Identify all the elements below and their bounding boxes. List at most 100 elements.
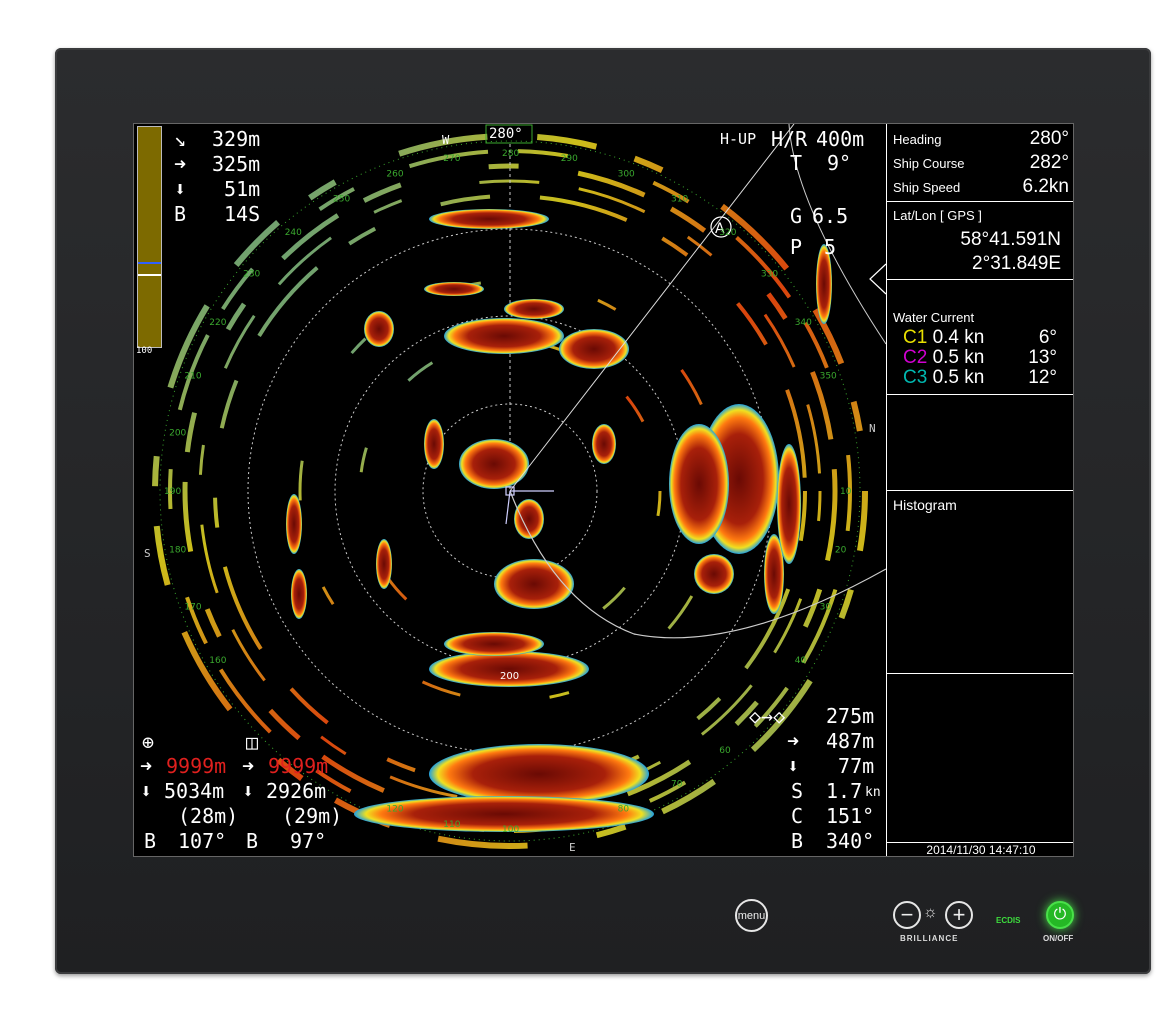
bearing-tick-190: 190	[164, 487, 181, 497]
target-link-icon: ◇→◇	[749, 704, 786, 728]
tilt-label: T	[790, 151, 803, 175]
orientation-mode[interactable]: H-UP	[720, 127, 756, 151]
m2-depth-paren: (29m)	[282, 804, 343, 828]
position-section: Lat/Lon [ GPS ] 58°41.591N 2°31.849E	[887, 202, 1073, 280]
m1-depth: 5034m	[164, 779, 225, 803]
bearing-tick-110: 110	[443, 820, 460, 830]
bearing-tick-120: 120	[386, 805, 403, 815]
current-row-c1: C1 0.4 kn 6°	[903, 328, 1057, 348]
gain-value[interactable]: 6.5	[812, 204, 848, 228]
bearing-tick-270: 270	[443, 154, 460, 164]
bearing-tick-180: 180	[169, 546, 186, 556]
br-speed-value: 1.7	[826, 779, 863, 803]
marker1-icon: ⊕	[142, 730, 155, 754]
m1-depth-paren: (28m)	[178, 804, 239, 828]
br-value-2: 487m	[826, 729, 875, 753]
ecdis-indicator: ECDIS	[996, 916, 1021, 925]
heading-indicator: 280°	[489, 126, 523, 142]
brilliance-minus-button[interactable]: −	[893, 901, 921, 929]
cardinal-n: N	[869, 422, 876, 435]
m1-bearing: 107°	[178, 829, 227, 853]
power-icon: ⏻	[1053, 906, 1067, 923]
bearing-tick-350: 350	[820, 371, 837, 381]
bearing-tick-100: 100	[502, 825, 519, 835]
bearing-tick-160: 160	[209, 656, 226, 666]
current-row-c2: C2 0.5 kn 13°	[903, 348, 1057, 368]
tl-range-1: 329m	[212, 127, 261, 151]
histogram-section: Histogram	[887, 491, 1073, 674]
info-panel: Heading 280° Ship Course 282° Ship Speed 6.…	[886, 124, 1073, 857]
compass-w: W	[442, 133, 450, 147]
bearing-tick-240: 240	[285, 228, 302, 238]
br-value-3: 77m	[826, 754, 875, 778]
histogram-label: Histogram	[893, 497, 957, 513]
br-arrow-right-icon: ➜	[787, 729, 800, 753]
bearing-tick-200: 200	[169, 428, 186, 438]
current-speed: 0.4 kn	[927, 327, 985, 348]
bearing-tick-30: 30	[820, 603, 832, 613]
panel-edge-indicator	[869, 263, 887, 295]
pulse-value[interactable]: 5	[824, 235, 836, 259]
arrow-right-icon: ➜	[174, 152, 187, 176]
br-value-1: 275m	[826, 704, 875, 728]
m1-range: 9999m	[166, 754, 227, 778]
bearing-tick-330: 330	[761, 270, 778, 280]
br-speed-label: S	[791, 779, 804, 803]
marker2-icon: ◫	[246, 730, 259, 754]
current-section: Water Current C1 0.4 kn 6° C2 0.5 kn 13° C3 …	[887, 280, 1073, 395]
bearing-tick-20: 20	[835, 546, 847, 556]
gain-label: G	[790, 204, 803, 228]
m1-arrow-down-icon: ⬇	[140, 779, 153, 803]
power-button[interactable]: ⏻	[1046, 901, 1074, 929]
menu-button[interactable]: menu	[735, 899, 768, 932]
bearing-tick-280: 280	[502, 149, 519, 159]
arrow-down-icon: ⬇	[174, 177, 187, 201]
range-value[interactable]: 400m	[816, 127, 864, 151]
menu-label: menu	[737, 909, 766, 922]
current-row-c3: C3 0.5 kn 12°	[903, 368, 1057, 388]
latitude: 58°41.591N	[960, 229, 1061, 250]
current-label: Water Current	[893, 310, 975, 325]
current-direction: 12°	[1028, 367, 1057, 388]
bearing-tick-260: 260	[386, 169, 403, 179]
bearing-tick-290: 290	[561, 154, 578, 164]
brilliance-plus-button[interactable]: +	[945, 901, 973, 929]
br-bearing-label: B	[791, 829, 804, 853]
m2-bearing-label: B	[246, 829, 259, 853]
m1-arrow-right-icon: ➜	[140, 754, 153, 778]
current-direction: 6°	[1038, 327, 1057, 348]
bearing-tick-70: 70	[671, 780, 683, 790]
speed-label: Ship Speed	[893, 180, 961, 195]
ring-range-label: 200	[500, 671, 519, 682]
datetime: 2014/11/30 14:47:10	[926, 843, 1036, 857]
hr-label: H/R	[771, 127, 808, 151]
pulse-label: P	[790, 235, 803, 259]
longitude: 2°31.849E	[972, 253, 1061, 274]
onoff-label: ON/OFF	[1043, 934, 1074, 943]
current-speed: 0.5 kn	[927, 367, 985, 388]
cardinal-s: S	[144, 547, 151, 560]
gain-percent: 100	[136, 346, 153, 356]
bearing-tick-340: 340	[795, 318, 812, 328]
bearing-tick-210: 210	[184, 371, 201, 381]
bearing-tick-220: 220	[209, 318, 226, 328]
br-speed-unit: kn	[865, 785, 881, 800]
m1-bearing-label: B	[144, 829, 157, 853]
bearing-tick-80: 80	[618, 805, 630, 815]
speed-value: 6.2kn	[1022, 176, 1069, 197]
arrow-se-icon: ↘	[174, 127, 187, 151]
brilliance-icon: ☼	[923, 904, 938, 921]
bearing-tick-310: 310	[671, 194, 688, 204]
latlon-label: Lat/Lon [ GPS ]	[893, 208, 982, 223]
tl-range-3: 51m	[212, 177, 261, 201]
br-course-value: 151°	[826, 804, 875, 828]
tilt-value[interactable]: 9°	[827, 151, 851, 175]
tl-bearing-value: 14S	[224, 202, 261, 226]
m2-bearing: 97°	[290, 829, 327, 853]
gain-bar[interactable]	[137, 126, 162, 348]
brilliance-label: BRILLIANCE	[900, 934, 959, 943]
bearing-tick-250: 250	[333, 194, 350, 204]
m2-arrow-down-icon: ⬇	[242, 779, 255, 803]
bearing-tick-300: 300	[618, 169, 635, 179]
tl-bearing-label: B	[174, 202, 187, 226]
